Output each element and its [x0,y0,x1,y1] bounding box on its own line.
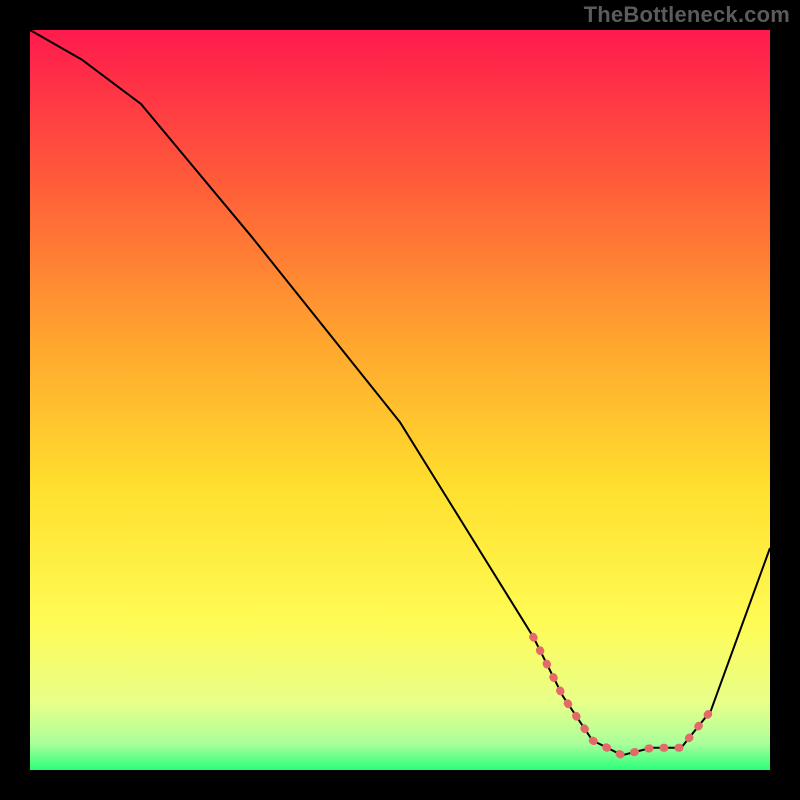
watermark-text: TheBottleneck.com [584,2,790,28]
bottleneck-chart [0,0,800,800]
plot-background [30,30,770,770]
chart-stage: { "watermark": "TheBottleneck.com", "cha… [0,0,800,800]
